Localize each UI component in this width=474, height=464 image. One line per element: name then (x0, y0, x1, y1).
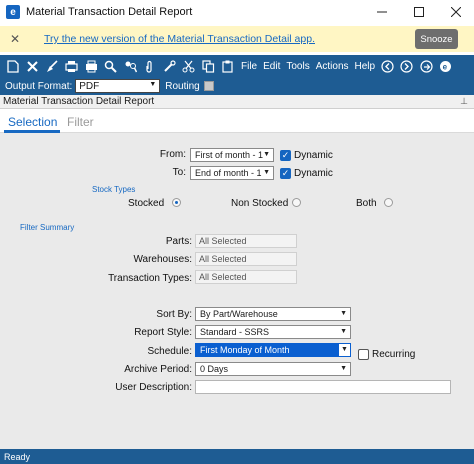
chevron-down-icon: ▼ (340, 328, 347, 335)
from-label: From: (159, 149, 186, 160)
output-format-select[interactable]: PDF ▼ (75, 79, 161, 93)
minimize-button[interactable] (363, 0, 400, 24)
snooze-button[interactable]: Snooze (415, 29, 458, 49)
output-format-value: PDF (79, 80, 100, 92)
window-title: Material Transaction Detail Report (26, 6, 193, 18)
close-icon (450, 7, 461, 17)
recurring-label: Recurring (372, 349, 416, 360)
app-logo-icon: e (6, 5, 20, 19)
from-dynamic-checkbox[interactable]: ✓ (280, 150, 291, 161)
tab-selection[interactable]: Selection (8, 115, 57, 129)
forward-arrow-icon[interactable] (398, 57, 416, 75)
sort-by-label: Sort By: (156, 309, 192, 320)
routing-label: Routing (165, 80, 200, 92)
print-icon[interactable] (82, 57, 100, 75)
parts-label: Parts: (165, 236, 192, 247)
selection-panel: From: First of month - 1 ▼ ✓ Dynamic To:… (0, 133, 474, 449)
new-version-banner: ✕ Try the new version of the Material Tr… (0, 26, 474, 52)
non-stocked-radio[interactable] (292, 198, 301, 207)
chevron-down-icon: ▼ (263, 151, 270, 158)
output-format-bar: Output Format: PDF ▼ Routing (0, 77, 474, 95)
epicor-logo-icon: e (437, 57, 455, 75)
svg-text:e: e (443, 62, 448, 71)
warehouses-label: Warehouses: (133, 254, 192, 265)
close-window-button[interactable] (437, 0, 474, 24)
user-description-label: User Description: (115, 382, 192, 393)
report-style-value: Standard - SSRS (200, 327, 270, 337)
archive-period-select[interactable]: 0 Days ▼ (195, 362, 351, 376)
sort-by-select[interactable]: By Part/Warehouse ▼ (195, 307, 351, 321)
parts-summary: All Selected (195, 234, 297, 248)
print-preview-icon[interactable] (63, 57, 81, 75)
pin-icon[interactable]: ⊥ (460, 96, 468, 107)
both-label: Both (356, 198, 377, 209)
recurring-checkbox[interactable] (358, 349, 369, 360)
from-dynamic-label: Dynamic (294, 150, 333, 161)
report-style-select[interactable]: Standard - SSRS ▼ (195, 325, 351, 339)
to-dynamic-checkbox[interactable]: ✓ (280, 168, 291, 179)
window-controls (363, 0, 474, 24)
cut-icon[interactable] (180, 57, 198, 75)
transaction-types-summary: All Selected (195, 270, 297, 284)
try-new-version-link[interactable]: Try the new version of the Material Tran… (44, 33, 315, 45)
chevron-down-icon: ▼ (340, 310, 347, 317)
non-stocked-label: Non Stocked (231, 198, 289, 209)
routing-checkbox[interactable] (203, 81, 214, 91)
copy-icon[interactable] (199, 57, 217, 75)
tools-icon[interactable] (160, 57, 178, 75)
menu-file[interactable]: File (241, 61, 257, 72)
transaction-types-label: Transaction Types: (108, 273, 192, 284)
schedule-select[interactable]: First Monday of Month ▼ (195, 343, 351, 357)
user-description-input[interactable] (195, 380, 451, 394)
banner-close-icon[interactable]: ✕ (10, 32, 20, 46)
menu-help[interactable]: Help (355, 61, 376, 72)
to-label: To: (172, 167, 186, 178)
stocked-radio[interactable] (172, 198, 181, 207)
menu-edit[interactable]: Edit (263, 61, 280, 72)
sort-by-value: By Part/Warehouse (200, 309, 278, 319)
window-titlebar: e Material Transaction Detail Report (0, 0, 474, 24)
clear-broom-icon[interactable] (43, 57, 61, 75)
schedule-value: First Monday of Month (200, 345, 290, 355)
panel-title-text: Material Transaction Detail Report (3, 96, 155, 107)
sync-icon[interactable] (417, 57, 435, 75)
tab-strip: Selection Filter (0, 111, 474, 133)
archive-period-label: Archive Period: (124, 364, 192, 375)
tab-filter[interactable]: Filter (67, 115, 94, 129)
output-format-label: Output Format: (5, 80, 73, 92)
status-bar: Ready (0, 449, 474, 464)
stock-types-label: Stock Types (92, 185, 136, 194)
menu-actions[interactable]: Actions (316, 61, 349, 72)
chevron-down-icon: ▼ (149, 81, 157, 88)
filter-summary-label: Filter Summary (20, 223, 75, 232)
both-radio[interactable] (384, 198, 393, 207)
paste-icon[interactable] (219, 57, 237, 75)
to-date-value: End of month - 1 (195, 168, 262, 178)
find-users-icon[interactable] (121, 57, 139, 75)
new-icon[interactable] (4, 57, 22, 75)
report-style-label: Report Style: (134, 327, 192, 338)
chevron-down-icon: ▼ (339, 344, 350, 356)
archive-period-value: 0 Days (200, 364, 229, 374)
to-dynamic-label: Dynamic (294, 168, 333, 179)
panel-title: Material Transaction Detail Report ⊥ (0, 95, 474, 109)
menu-tools[interactable]: Tools (286, 61, 309, 72)
attachment-icon[interactable] (141, 57, 159, 75)
stocked-label: Stocked (128, 198, 165, 209)
schedule-label: Schedule: (147, 346, 192, 357)
delete-icon[interactable] (24, 57, 42, 75)
chevron-down-icon: ▼ (263, 169, 270, 176)
maximize-icon (413, 7, 424, 17)
back-arrow-icon[interactable] (378, 57, 396, 75)
to-date-select[interactable]: End of month - 1 ▼ (190, 166, 274, 180)
status-text: Ready (4, 451, 31, 462)
chevron-down-icon: ▼ (340, 365, 347, 372)
maximize-button[interactable] (400, 0, 437, 24)
from-date-select[interactable]: First of month - 1 ▼ (190, 148, 274, 162)
warehouses-summary: All Selected (195, 252, 297, 266)
from-date-value: First of month - 1 (195, 150, 264, 160)
minimize-icon (376, 11, 387, 13)
search-icon[interactable] (102, 57, 120, 75)
main-toolbar: File Edit Tools Actions Help e (0, 55, 474, 77)
